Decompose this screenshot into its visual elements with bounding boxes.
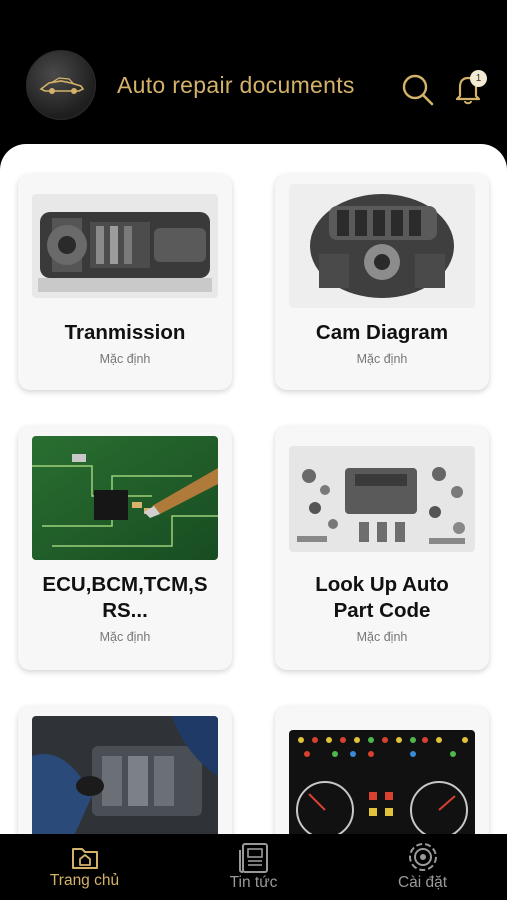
card-subtitle: Mặc định (356, 352, 408, 366)
card-subtitle: Mặc định (356, 630, 408, 644)
card-title: Cam Diagram (315, 321, 449, 344)
nav-tab-settings[interactable]: Cài đặt (338, 834, 507, 900)
notification-badge: 1 (470, 70, 487, 87)
category-card-cam-diagram[interactable]: Cam Diagram Mặc định (275, 174, 489, 390)
engine-image (289, 184, 475, 308)
nav-label-home: Trang chủ (49, 872, 120, 889)
category-card-5[interactable] (18, 706, 232, 834)
search-icon (402, 74, 434, 106)
card-title: ECU,BCM,TCM,S RS... (42, 573, 208, 622)
category-card-6[interactable] (275, 706, 489, 834)
card-subtitle: Mặc định (99, 630, 151, 644)
category-card-transmission[interactable]: Tranmission Mặc định (18, 174, 232, 390)
settings-gear-icon (406, 840, 440, 874)
nav-tab-news[interactable]: Tin tức (169, 834, 338, 900)
engine-parts-image (289, 446, 475, 552)
car-logo-icon (39, 77, 85, 94)
card-title: Look Up Auto Part Code (315, 573, 449, 622)
card-title: Tranmission (64, 321, 186, 344)
app-header: Auto repair documents 1 (0, 0, 507, 145)
bottom-nav: Trang chủ Tin tức Cài đặt (0, 834, 507, 900)
mechanic-engine-image (32, 716, 218, 834)
dashboard-warning-lights-image (289, 730, 475, 834)
search-button[interactable] (401, 73, 435, 107)
home-folder-icon (68, 840, 102, 874)
circuit-board-image (32, 436, 218, 560)
nav-tab-home[interactable]: Trang chủ (0, 834, 169, 900)
nav-label-settings: Cài đặt (397, 874, 448, 891)
app-logo (26, 50, 96, 120)
transmission-image (32, 194, 218, 298)
card-subtitle: Mặc định (99, 352, 151, 366)
category-grid: Tranmission Mặc định Cam Diagram Mặc địn… (0, 144, 507, 834)
category-card-ecu[interactable]: ECU,BCM,TCM,S RS... Mặc định (18, 426, 232, 670)
nav-label-news: Tin tức (229, 874, 278, 891)
category-card-part-code[interactable]: Look Up Auto Part Code Mặc định (275, 426, 489, 670)
app-title: Auto repair documents (117, 72, 355, 98)
news-icon (237, 840, 271, 874)
